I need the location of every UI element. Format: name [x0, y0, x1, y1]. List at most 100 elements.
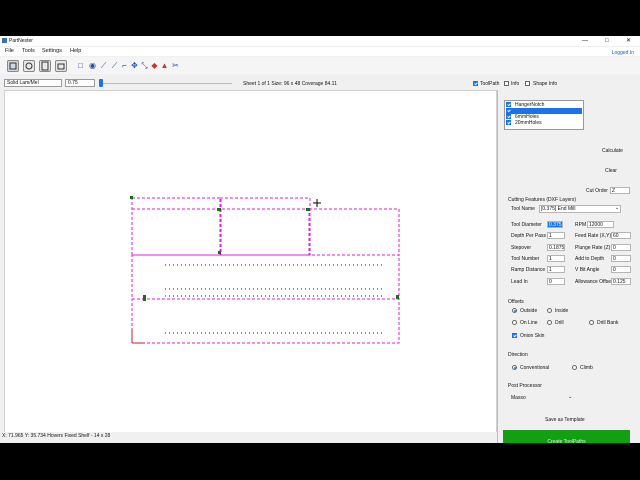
info-label: Info: [511, 81, 520, 87]
plunge-rate-label: Plunge Rate (Z): [575, 245, 611, 251]
lead-marker: [306, 208, 310, 211]
stepover-label: Stepover: [511, 245, 532, 251]
tool-name-label: Tool Name: [511, 206, 535, 212]
toolbar: □ ◉ ⟋ ⟋ ⌐ ✥ ⤡ ◆ ▲ ✂: [0, 57, 640, 74]
maximize-icon[interactable]: □: [605, 37, 609, 45]
chevron-down-icon[interactable]: ⌄: [615, 205, 619, 211]
part-top-middle: [219, 197, 311, 256]
allowance-offset-label: Allowance Offset: [575, 279, 613, 285]
tool-number-input[interactable]: 1: [547, 255, 565, 262]
layer-label: 20mmHoles: [515, 120, 542, 126]
layer-checkbox[interactable]: [506, 102, 511, 107]
direction-climb-radio[interactable]: [572, 365, 577, 370]
tool-name-select[interactable]: [0.375] End Mill: [539, 205, 621, 213]
calculate-button[interactable]: Calculate: [602, 148, 623, 154]
sheet-info: Sheet 1 of 1 Size: 96 x 48 Coverage 84.1…: [243, 81, 337, 87]
lead-in-input[interactable]: 0: [547, 278, 565, 285]
part-bottom-shelf: [131, 298, 400, 344]
lead-marker: [217, 208, 221, 211]
post-processor-select[interactable]: Masso: [511, 395, 526, 401]
app-title: PartNester: [9, 38, 33, 44]
part-top-right: [308, 208, 400, 256]
offset-outside-radio[interactable]: [512, 308, 517, 313]
parts-icon[interactable]: [7, 60, 19, 72]
zoom-slider-thumb[interactable]: [99, 79, 103, 87]
cutting-panel: HangerNotch 6mmHoles 20mmHoles Calculate…: [497, 90, 640, 443]
tool-diameter-label: Tool Diameter: [511, 222, 542, 228]
layer-checkbox[interactable]: [506, 108, 511, 113]
direction-title: Direction: [508, 352, 528, 358]
shape-info-label: Shape Info: [533, 81, 558, 87]
add-to-depth-label: Add to Depth: [575, 256, 605, 262]
warning-tool-icon[interactable]: ▲: [160, 61, 169, 70]
polyline-tool-icon[interactable]: ⟋: [110, 61, 119, 70]
menu-file[interactable]: File: [5, 48, 14, 54]
close-icon[interactable]: ✕: [626, 37, 631, 45]
menu-tools[interactable]: Tools: [22, 48, 35, 54]
thickness-input[interactable]: 0.75: [65, 79, 95, 87]
depth-per-pass-input[interactable]: 1: [547, 232, 565, 239]
allowance-offset-input[interactable]: 0.125: [611, 278, 631, 285]
layer-item[interactable]: 20mmHoles: [506, 120, 582, 126]
menu-help[interactable]: Help: [70, 48, 81, 54]
offset-outside-label: Outside: [520, 308, 538, 314]
feed-rate-input[interactable]: 60: [611, 232, 631, 239]
toolpath-label: ToolPath: [480, 81, 500, 87]
offset-drill-bank-label: Drill Bank: [597, 320, 619, 326]
layer-checkbox[interactable]: [506, 120, 511, 125]
stepover-input[interactable]: 0.1875: [547, 244, 565, 251]
menu-settings[interactable]: Settings: [42, 48, 62, 54]
feed-rate-label: Feed Rate (X,Y): [575, 233, 612, 239]
chevron-down-icon[interactable]: ⌄: [568, 394, 572, 400]
add-to-depth-input[interactable]: 0: [611, 255, 631, 262]
paint-tool-icon[interactable]: ◆: [150, 61, 159, 70]
offset-drill-radio[interactable]: [547, 320, 552, 325]
ramp-distance-input[interactable]: 1: [547, 266, 565, 273]
minimize-icon[interactable]: —: [582, 37, 588, 45]
rpm-input[interactable]: 12000: [587, 221, 614, 228]
app-icon: [2, 38, 7, 43]
toolpath-drawing: [130, 196, 400, 344]
offset-drill-bank-radio[interactable]: [589, 320, 594, 325]
save-template-button[interactable]: Save as Template: [545, 417, 585, 423]
offset-online-radio[interactable]: [512, 320, 517, 325]
tool-diameter-input[interactable]: 0.375: [547, 221, 563, 228]
plunge-rate-input[interactable]: 0: [611, 244, 631, 251]
layer-list[interactable]: HangerNotch 6mmHoles 20mmHoles: [504, 100, 584, 130]
offset-online-label: On Line: [520, 320, 538, 326]
layer-checkbox[interactable]: [506, 114, 511, 119]
onion-skin-label: Onion Skin: [520, 333, 545, 339]
info-checkbox[interactable]: [504, 81, 509, 86]
cut-order-input[interactable]: Z: [610, 187, 630, 194]
offset-drill-label: Drill: [555, 320, 564, 326]
zoom-slider-track[interactable]: [102, 83, 232, 84]
vbit-angle-input[interactable]: 0: [611, 266, 631, 273]
onion-skin-checkbox[interactable]: [512, 333, 517, 338]
nesting-canvas[interactable]: [4, 90, 497, 434]
direction-conventional-radio[interactable]: [512, 365, 517, 370]
offset-inside-radio[interactable]: [547, 308, 552, 313]
selection-tool-icon[interactable]: ⌐: [120, 61, 129, 70]
material-select[interactable]: Solid Lam/Mel: [4, 79, 62, 87]
app-window: PartNester — □ ✕ File Tools Settings Hel…: [0, 36, 640, 443]
shape-info-checkbox[interactable]: [525, 81, 530, 86]
vbit-angle-label: V Bit Angle: [575, 267, 600, 273]
line-tool-icon[interactable]: ⟋: [99, 61, 108, 70]
circle-tool-icon[interactable]: ◉: [88, 61, 97, 70]
offset-inside-label: Inside: [555, 308, 569, 314]
settings-gear-icon[interactable]: [23, 60, 35, 72]
cursor-position-text: X: 71.965 Y: 35.734 Hovers Fixed Shelf -…: [2, 433, 111, 439]
move-tool-icon[interactable]: ✥: [130, 61, 139, 70]
scissors-tool-icon[interactable]: ✂: [171, 61, 180, 70]
toolpath-checkbox[interactable]: [473, 81, 478, 86]
scale-tool-icon[interactable]: ⤡: [140, 61, 149, 70]
clear-button[interactable]: Clear: [605, 168, 617, 174]
sheet-icon[interactable]: [39, 60, 51, 72]
lead-marker: [130, 196, 133, 199]
create-toolpaths-button[interactable]: Create ToolPaths: [503, 430, 630, 443]
login-link[interactable]: Logged In: [612, 50, 634, 56]
rectangle-tool-icon[interactable]: □: [76, 61, 85, 70]
part-top-left: [131, 197, 222, 256]
template-icon[interactable]: [55, 60, 67, 72]
offsets-title: Offsets: [508, 299, 524, 305]
